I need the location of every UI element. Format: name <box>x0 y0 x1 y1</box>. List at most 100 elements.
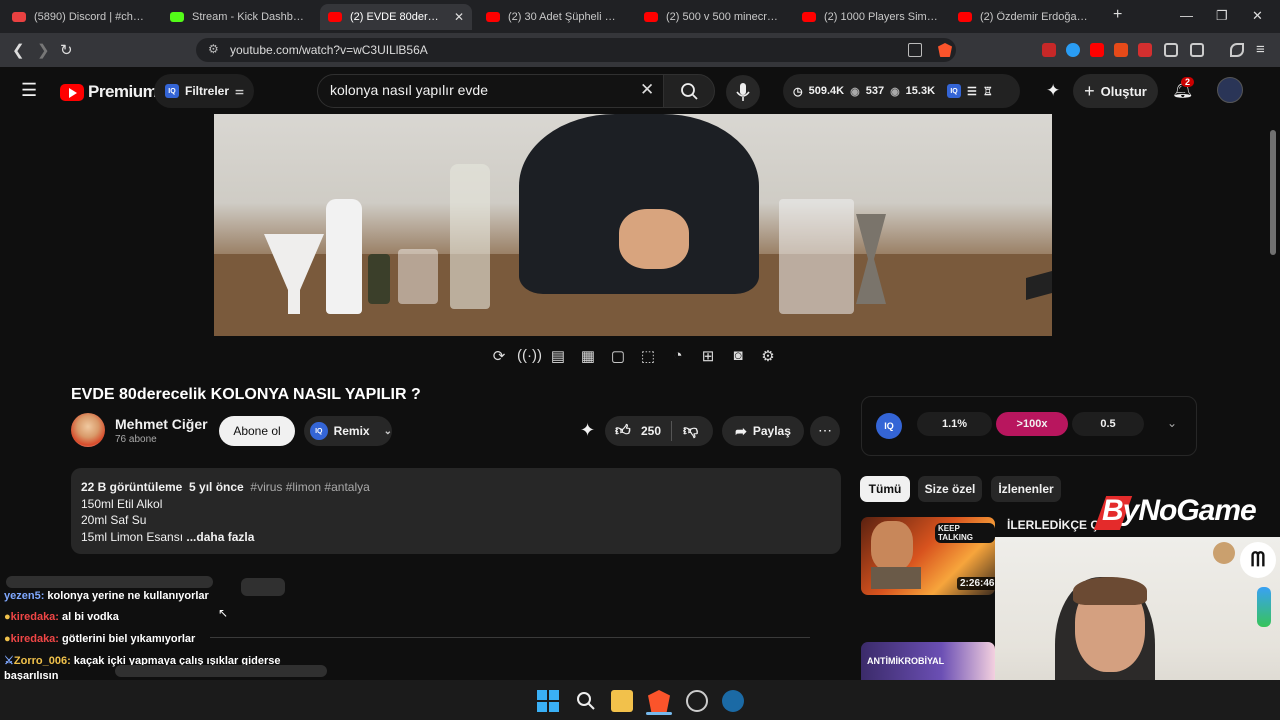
hamburger-menu-icon[interactable]: ☰ <box>21 80 37 101</box>
browser-tab-bar: (5890) Discord | #chat | Ni Stream - Kic… <box>0 0 1280 33</box>
extension-search-icon[interactable] <box>1114 43 1128 57</box>
subscriber-count: 76 abone <box>115 434 157 445</box>
chat-badge-icon: ● <box>4 633 11 645</box>
youtube-favicon-icon <box>486 12 500 22</box>
gemini-sparkle-icon[interactable]: ✦ <box>1046 81 1060 101</box>
subscribe-button[interactable]: Abone ol <box>219 416 295 446</box>
menu-icon[interactable]: ≡ <box>1256 41 1265 58</box>
tab-youtube-active[interactable]: (2) EVDE 80derecel ✕ <box>320 4 472 30</box>
search-box[interactable]: ✕ <box>317 74 671 108</box>
webcam-hair-shape <box>1073 577 1147 605</box>
thumbs-up-icon[interactable]: 👍︎ <box>615 422 631 440</box>
video-vial-shape <box>368 254 390 304</box>
eye-icon: ◉ <box>850 85 860 98</box>
chip-watched[interactable]: İzlenenler <box>991 476 1061 502</box>
page-scrollbar[interactable] <box>1270 130 1276 255</box>
tab-kick[interactable]: Stream - Kick Dashboard <box>162 4 312 30</box>
avatar[interactable] <box>1217 77 1243 103</box>
like-count[interactable]: 250 <box>641 424 661 438</box>
settings-gear-icon[interactable]: ⚙ <box>757 347 779 367</box>
restore-icon[interactable]: ❐ <box>1216 8 1228 24</box>
screenshot-camera-icon[interactable]: ◙ <box>727 347 749 367</box>
audio-icon[interactable]: ((·)) <box>517 347 542 367</box>
chip-for-you[interactable]: Size özel <box>918 476 982 502</box>
description-box[interactable]: 22 B görüntüleme 5 yıl önce #virus #limo… <box>71 468 841 554</box>
music-icon[interactable] <box>1230 43 1244 57</box>
mini-player-icon[interactable]: ⬚ <box>637 347 659 367</box>
iq-stat-multiplier: >100x <box>996 412 1068 436</box>
chat-message: yezen5: kolonya yerine ne kullanıyorlar <box>4 590 209 602</box>
list-icon: ☰ <box>967 85 977 98</box>
iq-stat-score: 0.5 <box>1072 412 1144 436</box>
steam-icon[interactable] <box>722 690 744 712</box>
voice-search-button[interactable] <box>726 75 760 109</box>
screenshot-icon[interactable] <box>1190 43 1204 57</box>
streamer-logo-icon: ᗰ <box>1240 542 1276 578</box>
recommended-thumbnail[interactable]: ANTİMİKROBİYAL <box>861 642 995 682</box>
filters-button[interactable]: IQ Filtreler ⚌ <box>154 74 254 108</box>
new-tab-icon[interactable]: + <box>1113 6 1122 24</box>
extensions-puzzle-icon[interactable] <box>1164 43 1178 57</box>
remix-button[interactable]: IQ Remix ⌄ <box>304 416 392 446</box>
extension-calendar-icon[interactable] <box>1042 43 1056 57</box>
description-line: 20ml Saf Su <box>81 513 147 528</box>
iq-logo-icon: IQ <box>876 413 902 439</box>
plus-icon: + <box>1084 80 1095 101</box>
loop-icon[interactable]: ⟳ <box>488 347 510 367</box>
show-more-link[interactable]: ...daha fazla <box>186 530 254 544</box>
gemini-sparkle-icon[interactable]: ✦ <box>580 420 595 441</box>
search-input[interactable] <box>330 82 630 98</box>
cast-icon[interactable] <box>908 43 922 57</box>
channel-avatar[interactable] <box>71 413 105 447</box>
speed-icon[interactable]: ◔ <box>667 347 689 367</box>
theater-icon[interactable]: ▢ <box>607 347 629 367</box>
youtube-favicon-icon <box>802 12 816 22</box>
search-button[interactable] <box>663 74 715 108</box>
close-tab-icon[interactable]: ✕ <box>454 10 464 24</box>
back-icon[interactable]: ❮ <box>12 41 25 59</box>
chip-all[interactable]: Tümü <box>860 476 910 502</box>
thumbnail-face-shape <box>871 521 913 571</box>
video-player[interactable] <box>214 114 1052 336</box>
chat-message: ●kiredaka: al bi vodka <box>4 611 119 623</box>
youtube-favicon-icon <box>958 12 972 22</box>
extension-blue-icon[interactable] <box>1066 43 1080 57</box>
reload-icon[interactable]: ↻ <box>60 41 73 59</box>
extension-youtube-icon[interactable] <box>1090 43 1104 57</box>
minimize-icon[interactable]: — <box>1180 8 1193 23</box>
share-button[interactable]: ➦ Paylaş <box>722 416 804 446</box>
stats-widget[interactable]: ◷ 509.4K ◉ 537 ◉ 15.3K IQ ☰ ♖ <box>783 74 1020 108</box>
tab-discord[interactable]: (5890) Discord | #chat | Ni <box>4 4 156 30</box>
address-bar[interactable]: ⚙ youtube.com/watch?v=wC3UILlB56A <box>196 38 956 62</box>
chevron-down-icon: ⌄ <box>383 425 392 437</box>
description-line: 150ml Etil Alkol <box>81 496 163 511</box>
thumbs-down-icon[interactable]: 👎︎ <box>683 422 698 440</box>
windows-start-icon[interactable] <box>537 690 559 712</box>
extension-tag-icon[interactable] <box>1138 43 1152 57</box>
active-app-indicator <box>646 712 672 715</box>
chat-faded-row <box>6 576 213 588</box>
tab-youtube-4[interactable]: (2) 1000 Players Simulate <box>794 4 946 30</box>
trophy-icon: ♖ <box>982 85 993 98</box>
file-explorer-icon[interactable] <box>611 690 633 712</box>
clear-search-icon[interactable]: ✕ <box>640 80 654 100</box>
create-button[interactable]: + Oluştur <box>1073 74 1158 108</box>
sword-badge-icon: ⚔ <box>4 655 14 667</box>
cinema-icon[interactable]: ▦ <box>577 347 599 367</box>
taskbar-search-icon[interactable] <box>575 690 597 712</box>
site-settings-icon[interactable]: ⚙ <box>208 42 219 56</box>
youtube-logo[interactable]: Premium <box>60 82 158 102</box>
more-actions-icon[interactable]: ⋯ <box>810 416 840 446</box>
chevron-down-icon[interactable]: ⌄ <box>1167 416 1177 430</box>
youtube-favicon-icon <box>644 12 658 22</box>
cookie-icon <box>1213 542 1235 564</box>
close-window-icon[interactable]: ✕ <box>1252 8 1263 24</box>
tab-youtube-2[interactable]: (2) 30 Adet Şüpheli Madd <box>478 4 630 30</box>
forward-icon[interactable]: ❯ <box>37 41 50 59</box>
channel-name[interactable]: Mehmet Ciğer <box>115 416 208 432</box>
tab-youtube-3[interactable]: (2) 500 v 500 minecraft - Y <box>636 4 788 30</box>
obs-icon[interactable] <box>686 690 708 712</box>
tab-youtube-5[interactable]: (2) Özdemir Erdoğan - Gu <box>950 4 1100 30</box>
watch-later-icon[interactable]: ▤ <box>547 347 569 367</box>
enhance-icon[interactable]: ⊞ <box>697 347 719 367</box>
